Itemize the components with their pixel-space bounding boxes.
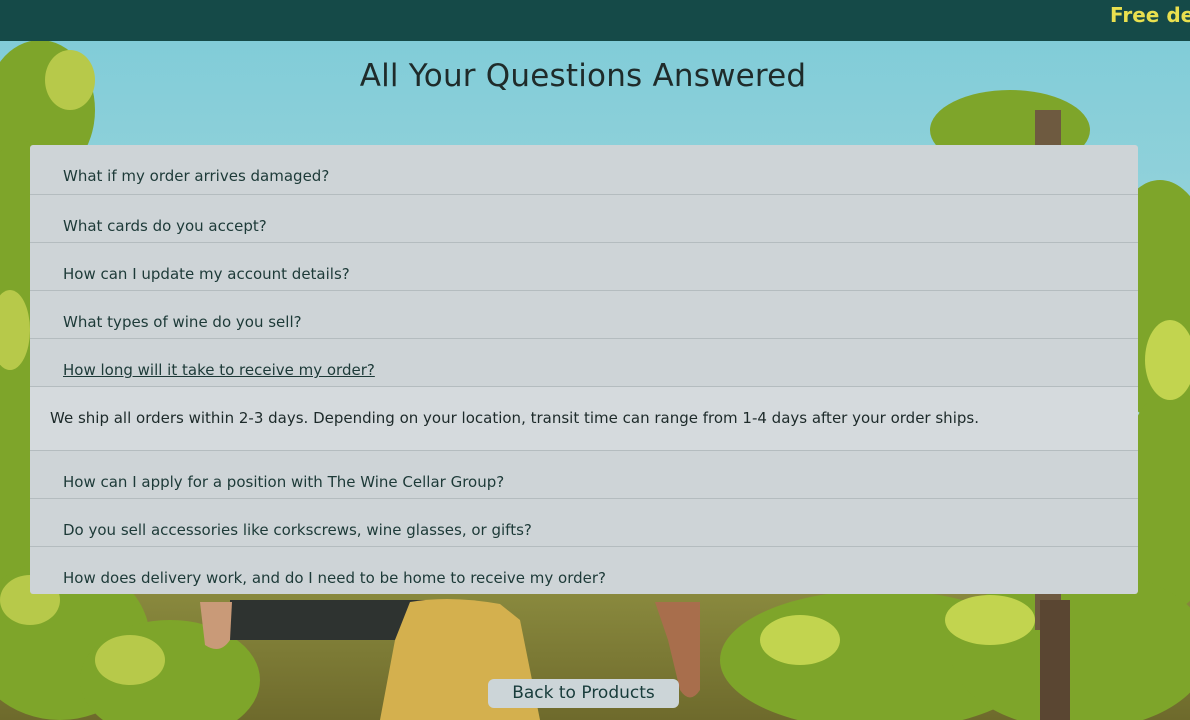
promo-banner: Free de [0, 0, 1190, 41]
faq-question-label: Do you sell accessories like corkscrews,… [63, 521, 532, 539]
faq-question-accessories[interactable]: Do you sell accessories like corkscrews,… [30, 498, 1138, 546]
faq-question-label: How long will it take to receive my orde… [63, 361, 375, 379]
back-to-products-button[interactable]: Back to Products [488, 679, 679, 708]
faq-question-delivery-time[interactable]: How long will it take to receive my orde… [30, 338, 1138, 386]
faq-question-label: How can I apply for a position with The … [63, 473, 505, 491]
faq-accordion: What if my order arrives damaged? What c… [30, 145, 1138, 594]
faq-answer-delivery-time: We ship all orders within 2-3 days. Depe… [30, 386, 1138, 450]
faq-question-label: What cards do you accept? [63, 217, 267, 235]
faq-question-label: How does delivery work, and do I need to… [63, 569, 607, 587]
faq-question-label: What if my order arrives damaged? [63, 167, 330, 185]
faq-question-damaged-order[interactable]: What if my order arrives damaged? [30, 145, 1138, 194]
page-title: All Your Questions Answered [359, 58, 807, 94]
faq-question-label: What types of wine do you sell? [63, 313, 302, 331]
promo-text: Free de [1110, 3, 1190, 27]
faq-answer-text: We ship all orders within 2-3 days. Depe… [50, 409, 979, 427]
faq-question-account-details[interactable]: How can I update my account details? [30, 242, 1138, 290]
faq-question-cards-accepted[interactable]: What cards do you accept? [30, 194, 1138, 242]
faq-question-delivery-home[interactable]: How does delivery work, and do I need to… [30, 546, 1138, 594]
faq-question-wine-types[interactable]: What types of wine do you sell? [30, 290, 1138, 338]
faq-question-apply-position[interactable]: How can I apply for a position with The … [30, 450, 1138, 498]
faq-question-label: How can I update my account details? [63, 265, 350, 283]
